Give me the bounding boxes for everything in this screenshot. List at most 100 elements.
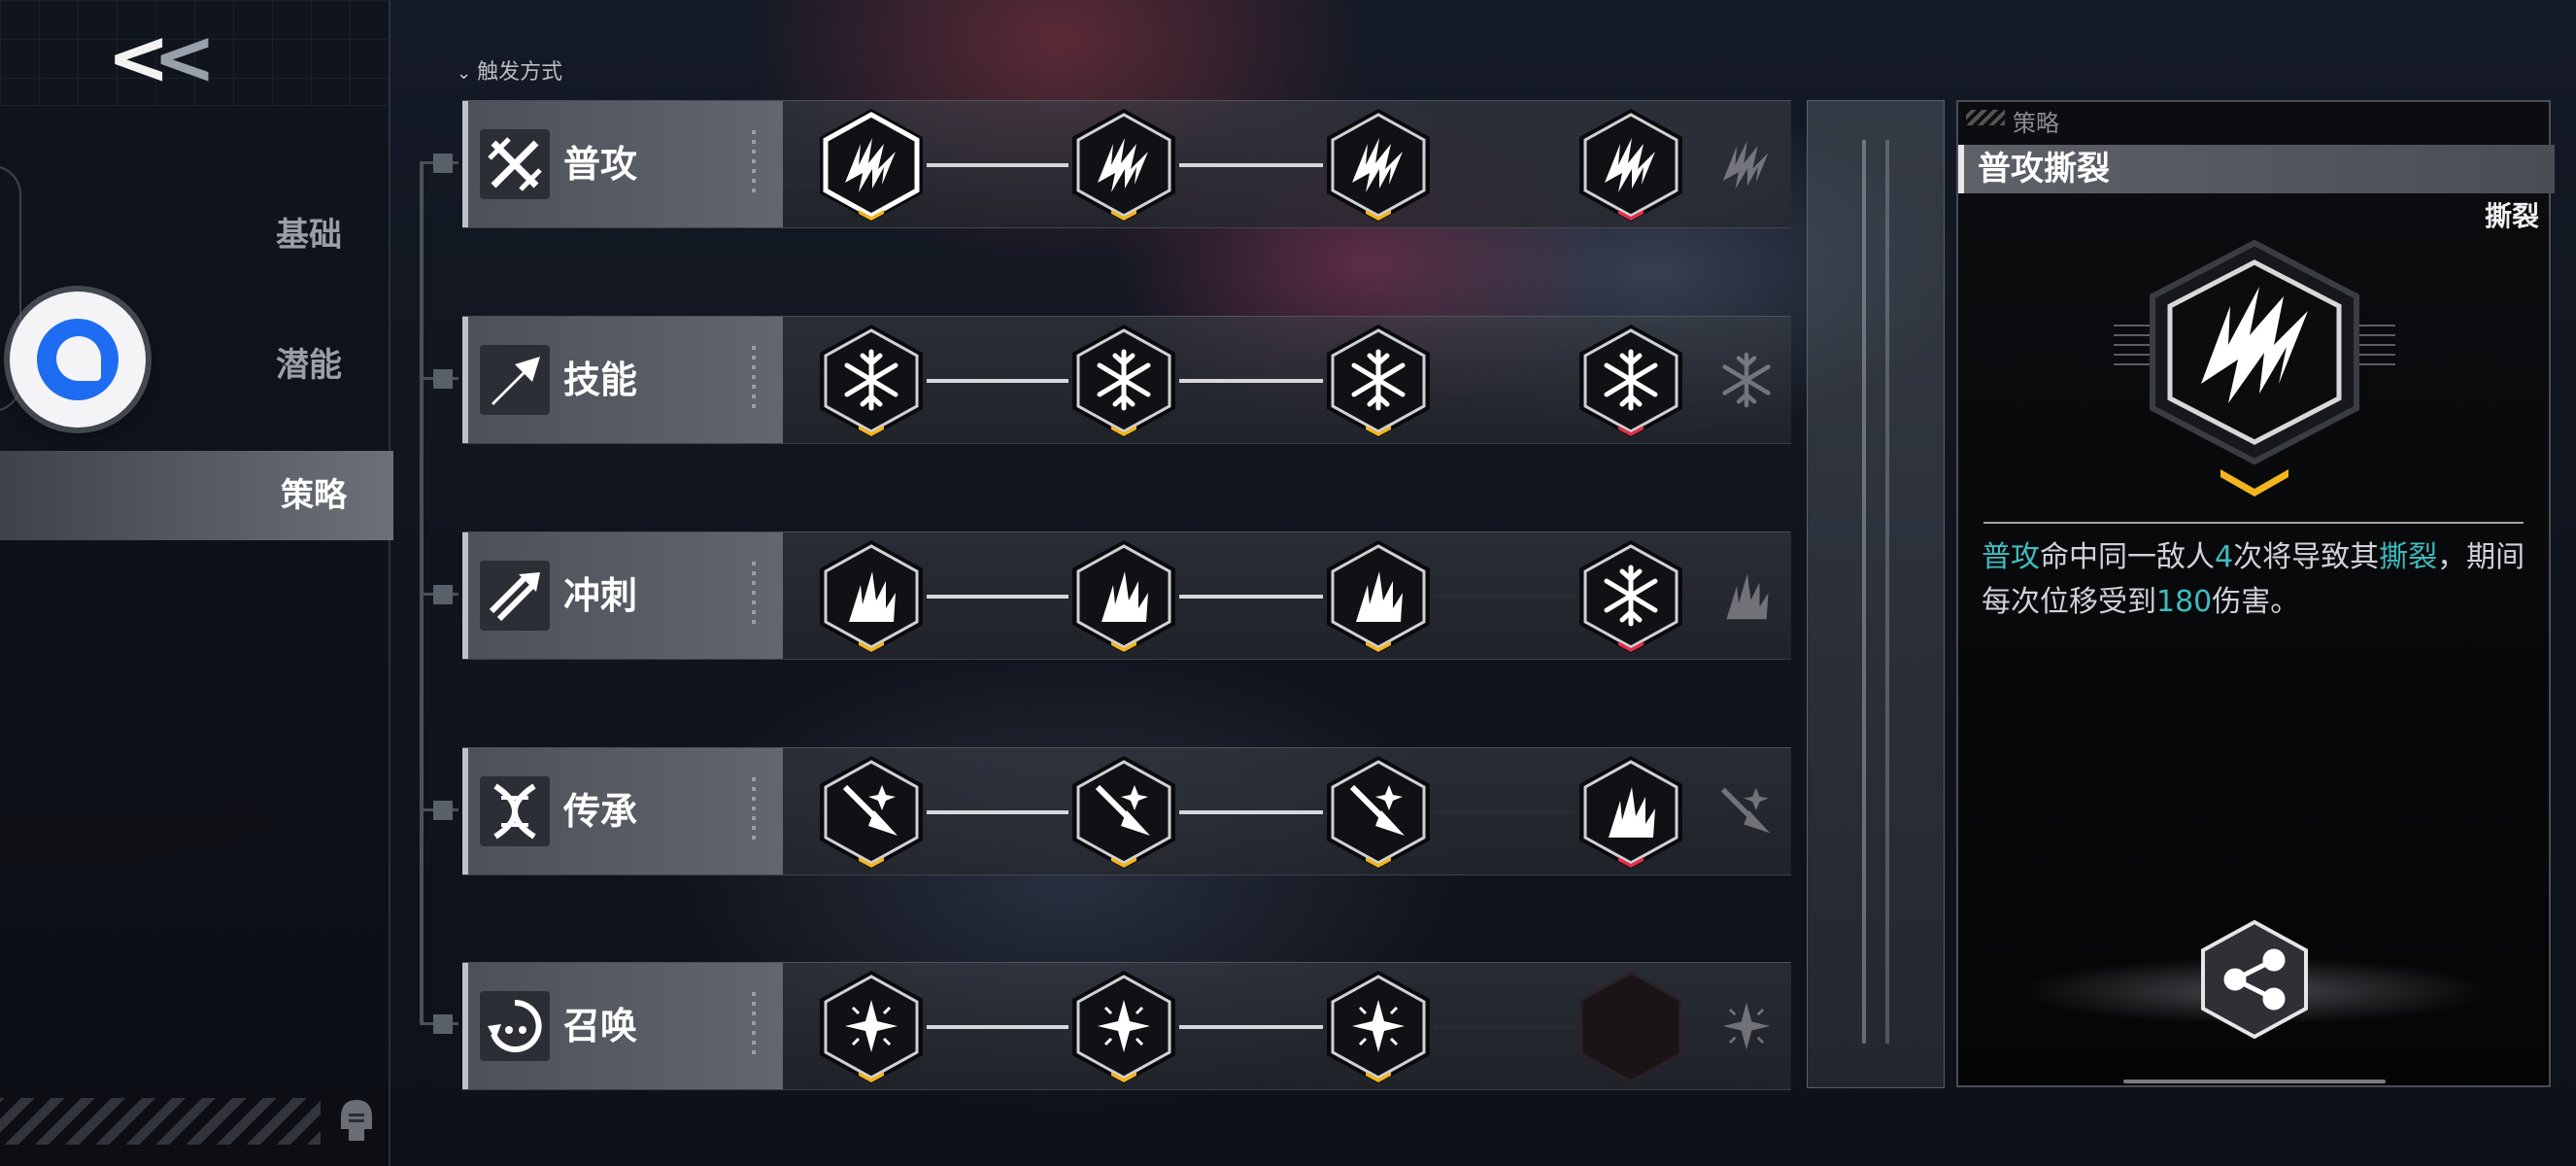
tree-node bbox=[433, 801, 453, 820]
nav-item-basic[interactable]: 基础 bbox=[0, 190, 389, 280]
detail-tag: 撕裂 bbox=[2484, 200, 2539, 232]
node-connector bbox=[1179, 1025, 1323, 1029]
row-label-text: 冲刺 bbox=[563, 574, 638, 617]
row-icon-box bbox=[480, 991, 550, 1061]
star-burst-icon[interactable] bbox=[812, 967, 931, 1085]
row-label-text: 技能 bbox=[563, 359, 638, 401]
strategy-row: 召唤 bbox=[462, 962, 1791, 1090]
double-chevron-down-icon: ⌄ bbox=[457, 63, 472, 84]
dots-decoration bbox=[752, 346, 756, 414]
cycle-summon-icon bbox=[488, 999, 542, 1052]
row-label-text: 召唤 bbox=[563, 1005, 638, 1047]
header-stripe-decoration bbox=[1966, 110, 2005, 125]
snowflake-arrow-icon[interactable] bbox=[1572, 321, 1690, 439]
dots-decoration bbox=[752, 130, 756, 198]
detail-section-label: 策略 bbox=[2013, 110, 2059, 137]
share-button[interactable] bbox=[2191, 916, 2318, 1043]
node-connector bbox=[1434, 379, 1576, 383]
node-connector bbox=[1179, 595, 1323, 599]
dash-arrow-icon bbox=[489, 572, 540, 622]
desc-part: 撕裂 bbox=[2379, 540, 2438, 574]
row-icon-box bbox=[480, 345, 550, 415]
desc-part: 180 bbox=[2156, 585, 2213, 619]
detail-description: 普攻命中同一敌人4次将导致其撕裂，期间每次位移受到180伤害。 bbox=[1982, 535, 2535, 625]
node-connector bbox=[1179, 810, 1323, 814]
ghost-preview-icon bbox=[1726, 573, 1769, 620]
strategy-row: 传承 bbox=[462, 747, 1791, 875]
track-line bbox=[1885, 140, 1889, 1044]
mascot-icon[interactable] bbox=[335, 1096, 378, 1145]
spear-star-icon[interactable] bbox=[1319, 752, 1438, 871]
snowflake-burst-icon[interactable] bbox=[1065, 321, 1183, 439]
stripe-decoration bbox=[0, 1098, 321, 1145]
row-label[interactable]: 冲刺 bbox=[462, 532, 783, 659]
strategy-row: 普攻 bbox=[462, 100, 1791, 228]
star-burst-up-icon[interactable] bbox=[1319, 967, 1438, 1085]
row-label[interactable]: 召唤 bbox=[462, 963, 783, 1089]
back-chevron-icon: < bbox=[107, 15, 170, 102]
spear-up-icon[interactable] bbox=[1065, 752, 1183, 871]
home-indicator bbox=[2123, 1080, 2386, 1083]
row-label-text: 普攻 bbox=[563, 143, 638, 186]
track-line bbox=[1862, 140, 1866, 1044]
node-connector bbox=[927, 163, 1068, 167]
dots-decoration bbox=[752, 992, 756, 1060]
strategy-row: 技能 bbox=[462, 316, 1791, 444]
node-connector bbox=[1434, 163, 1576, 167]
flame-spike-cross-icon[interactable] bbox=[1319, 536, 1438, 655]
snowflake-icon[interactable] bbox=[812, 321, 931, 439]
trigger-header-label: 触发方式 bbox=[477, 60, 563, 85]
tree-node bbox=[433, 369, 453, 389]
tree-node bbox=[433, 585, 453, 604]
node-connector bbox=[1179, 379, 1323, 383]
node-connector bbox=[927, 1025, 1068, 1029]
node-connector bbox=[927, 379, 1068, 383]
detail-divider bbox=[1983, 522, 2524, 524]
arrow-burst-icon bbox=[491, 357, 540, 405]
left-nav-panel: << 基础 潜能 策略 bbox=[0, 0, 393, 1166]
row-label[interactable]: 传承 bbox=[462, 748, 783, 874]
node-connector bbox=[927, 595, 1068, 599]
desc-part: 次将导致其 bbox=[2233, 540, 2380, 574]
detail-title: 普攻撕裂 bbox=[1978, 150, 2110, 189]
star-burst-plus-icon[interactable] bbox=[1065, 967, 1183, 1085]
flame-leaf-icon[interactable] bbox=[1572, 752, 1690, 871]
snowflake-flame-icon[interactable] bbox=[1572, 536, 1690, 655]
claw-slash-icon[interactable] bbox=[812, 105, 931, 223]
assist-logo-icon bbox=[37, 319, 119, 400]
detail-title-bar: 普攻撕裂 bbox=[1958, 145, 2555, 193]
floating-assist-button[interactable] bbox=[10, 292, 146, 428]
back-button[interactable]: << bbox=[107, 19, 217, 97]
flame-spike-icon[interactable] bbox=[812, 536, 931, 655]
desc-part: 4 bbox=[2215, 540, 2234, 574]
claw-slash-large-icon bbox=[2114, 239, 2395, 497]
row-icon-box bbox=[480, 561, 550, 631]
scroll-track[interactable] bbox=[1807, 100, 1945, 1088]
snowflake-core-icon[interactable] bbox=[1319, 321, 1438, 439]
claw-slash-skull-icon[interactable] bbox=[1319, 105, 1438, 223]
nav-item-strategy[interactable]: 策略 bbox=[0, 451, 393, 540]
empty-strategy-slot[interactable] bbox=[1572, 967, 1690, 1085]
row-icon-box bbox=[480, 776, 550, 846]
ghost-preview-icon bbox=[1722, 1002, 1771, 1050]
row-label[interactable]: 技能 bbox=[462, 317, 783, 443]
node-connector bbox=[1179, 163, 1323, 167]
dots-decoration bbox=[752, 562, 756, 630]
sword-cross-icon bbox=[488, 137, 542, 191]
flame-spike-up-icon[interactable] bbox=[1065, 536, 1183, 655]
node-connector bbox=[927, 810, 1068, 814]
row-label[interactable]: 普攻 bbox=[462, 101, 783, 227]
desc-part: 普攻 bbox=[1982, 540, 2040, 574]
back-chevron-ghost-icon: < bbox=[153, 15, 216, 102]
tree-node bbox=[433, 154, 453, 173]
node-connector bbox=[1434, 1025, 1576, 1029]
strategy-row: 冲刺 bbox=[462, 532, 1791, 660]
dots-decoration bbox=[752, 777, 756, 845]
spear-spark-icon[interactable] bbox=[812, 752, 931, 871]
claw-slash-spark-icon[interactable] bbox=[1572, 105, 1690, 223]
trigger-header: ⌄ 触发方式 bbox=[457, 54, 562, 86]
tree-node bbox=[433, 1014, 453, 1034]
dna-helix-icon bbox=[493, 783, 536, 840]
desc-part: 命中同一敌人 bbox=[2040, 540, 2215, 574]
claw-slash-drop-icon[interactable] bbox=[1065, 105, 1183, 223]
